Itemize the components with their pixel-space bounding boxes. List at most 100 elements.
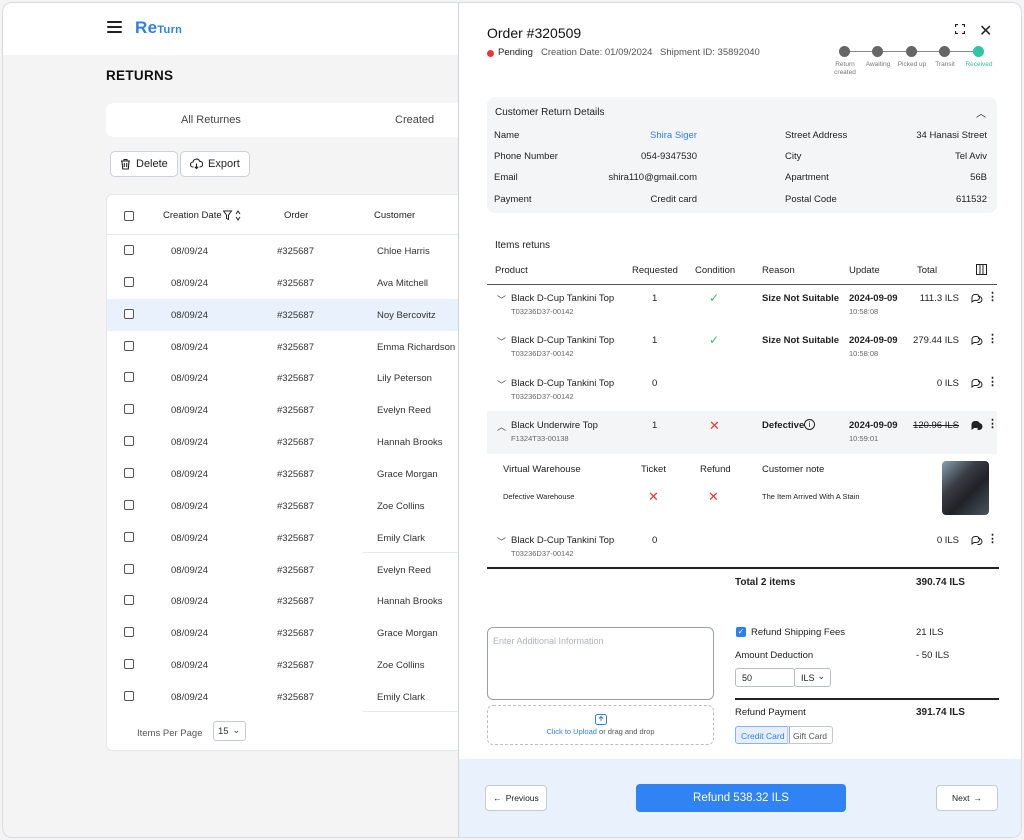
refund-button[interactable]: Refund 538.32 ILS	[636, 784, 846, 812]
apartment-value: 56B	[970, 172, 987, 183]
items-per-page-select[interactable]: 15 ⌄	[213, 721, 246, 741]
upload-dropzone[interactable]: Click to Upload or drag and drop	[487, 705, 714, 745]
chevron-up-icon[interactable]: ︿	[976, 105, 986, 120]
col-product: Product	[495, 265, 528, 276]
chat-icon[interactable]	[971, 535, 983, 546]
total-items-value: 390.74 ILS	[916, 577, 965, 588]
filter-sort-icon[interactable]	[223, 210, 245, 221]
step-label: Received	[965, 61, 993, 68]
row-checkbox[interactable]	[124, 499, 134, 510]
app-logo[interactable]: ReTurn	[135, 18, 182, 38]
chat-icon[interactable]	[971, 378, 983, 389]
item-update-time: 10:58:08	[849, 349, 879, 358]
row-customer: Emily Clark	[377, 691, 426, 703]
customer-name-link[interactable]: Shira Siger	[650, 130, 697, 141]
row-checkbox[interactable]	[124, 659, 134, 670]
row-checkbox[interactable]	[124, 627, 134, 638]
export-button[interactable]: Export	[180, 151, 250, 177]
step-label: Picked up	[897, 61, 927, 68]
upload-hint: or drag and drop	[596, 727, 655, 736]
upload-link[interactable]: Click to Upload	[547, 727, 597, 736]
table-row[interactable]: 08/09/24 #325687 Grace Morgan	[107, 617, 467, 649]
deduction-amount-input[interactable]: 50	[735, 668, 795, 687]
row-customer: Zoe Collins	[377, 500, 425, 512]
table-row[interactable]: 08/09/24 #325687 Noy Bercovitz	[107, 298, 467, 331]
credit-card-option[interactable]: Credit Card	[735, 726, 791, 744]
gift-card-option[interactable]: Gift Card	[787, 726, 834, 744]
item-update-date: 2024-09-09	[849, 335, 898, 346]
table-row[interactable]: 08/09/24 #325687 Chloe Harris	[107, 235, 467, 267]
chevron-down-icon[interactable]: ﹀	[497, 378, 506, 391]
table-row[interactable]: 08/09/24 #325687 Emily Clark	[107, 681, 467, 713]
close-icon[interactable]: ✕	[979, 21, 992, 41]
postal-label: Postal Code	[785, 194, 837, 205]
chevron-up-icon[interactable]: ︿	[497, 420, 506, 433]
row-checkbox[interactable]	[124, 372, 134, 383]
chat-icon[interactable]	[971, 335, 983, 346]
row-checkbox[interactable]	[124, 340, 134, 351]
item-sku: T03236D37-00142	[511, 549, 574, 558]
table-row[interactable]: 08/09/24 #325687 Evelyn Reed	[107, 394, 467, 426]
chat-icon[interactable]	[971, 293, 983, 304]
delete-button[interactable]: Delete	[110, 151, 178, 177]
more-vertical-icon[interactable]: ⋮	[987, 334, 998, 345]
tab-all-returns[interactable]: All Returnes	[181, 114, 241, 126]
email-label: Email	[494, 172, 518, 183]
table-row[interactable]: 08/09/24 #325687 Emma Richardson	[107, 331, 467, 363]
row-checkbox[interactable]	[124, 531, 134, 542]
refund-shipping-checkbox[interactable]: ✓	[736, 627, 746, 637]
row-date: 08/09/24	[171, 532, 208, 544]
row-checkbox[interactable]	[124, 436, 134, 447]
menu-icon[interactable]	[107, 21, 122, 33]
info-icon[interactable]: i	[804, 419, 815, 430]
step-dot-done	[973, 46, 984, 57]
more-vertical-icon[interactable]: ⋮	[987, 292, 998, 303]
table-row[interactable]: 08/09/24 #325687 Zoe Collins	[107, 490, 467, 522]
row-customer: Hannah Brooks	[377, 596, 443, 608]
chevron-down-icon[interactable]: ﹀	[497, 293, 506, 306]
row-checkbox[interactable]	[124, 404, 134, 415]
table-row[interactable]: 08/09/24 #325687 Hannah Brooks	[107, 585, 467, 617]
tab-created[interactable]: Created	[395, 114, 434, 126]
chevron-down-icon[interactable]: ﹀	[497, 535, 506, 548]
item-requested: 0	[652, 535, 658, 546]
row-checkbox[interactable]	[124, 308, 134, 319]
row-checkbox[interactable]	[124, 690, 134, 701]
more-vertical-icon[interactable]: ⋮	[987, 419, 998, 430]
table-row[interactable]: 08/09/24 #325687 Ava Mitchell	[107, 267, 467, 299]
row-checkbox[interactable]	[124, 245, 134, 255]
currency-select[interactable]: ILS ⌄	[794, 668, 831, 687]
arrow-left-icon: ←	[493, 793, 502, 803]
expand-icon[interactable]	[955, 24, 965, 34]
table-row[interactable]: 08/09/24 #325687 Grace Morgan	[107, 458, 467, 490]
chat-filled-icon[interactable]	[971, 420, 983, 431]
table-row[interactable]: 08/09/24 #325687 Lily Peterson	[107, 362, 467, 394]
row-checkbox[interactable]	[124, 276, 134, 287]
ticket-x-icon: ✕	[648, 489, 659, 504]
previous-button[interactable]: ← Previous	[485, 785, 547, 811]
row-order: #325687	[277, 277, 314, 289]
columns-icon[interactable]	[976, 264, 987, 275]
row-customer: Chloe Harris	[377, 246, 430, 257]
name-label: Name	[494, 130, 520, 141]
row-date: 08/09/24	[171, 309, 208, 321]
more-vertical-icon[interactable]: ⋮	[987, 534, 998, 545]
chevron-down-icon[interactable]: ﹀	[497, 335, 506, 348]
table-row[interactable]: 08/09/24 #325687 Evelyn Reed	[107, 554, 467, 586]
row-checkbox[interactable]	[124, 595, 134, 606]
page-title: RETURNS	[106, 68, 174, 83]
more-vertical-icon[interactable]: ⋮	[987, 377, 998, 388]
header-creation-date[interactable]: Creation Date	[163, 210, 222, 221]
additional-info-textarea[interactable]: Enter Additional Information	[487, 627, 714, 700]
product-photo-thumbnail[interactable]	[942, 461, 989, 515]
row-checkbox[interactable]	[124, 467, 134, 478]
table-row[interactable]: 08/09/24 #325687 Zoe Collins	[107, 649, 467, 681]
table-row[interactable]: 08/09/24 #325687 Emily Clark	[107, 522, 467, 554]
table-row[interactable]: 08/09/24 #325687 Hannah Brooks	[107, 426, 467, 458]
row-customer: Emily Clark	[377, 532, 426, 544]
item-total: 120.96 ILS	[913, 420, 959, 431]
select-all-checkbox[interactable]	[124, 211, 134, 221]
row-checkbox[interactable]	[124, 563, 134, 574]
row-order: #325687	[277, 341, 314, 353]
next-button[interactable]: Next →	[936, 785, 998, 811]
